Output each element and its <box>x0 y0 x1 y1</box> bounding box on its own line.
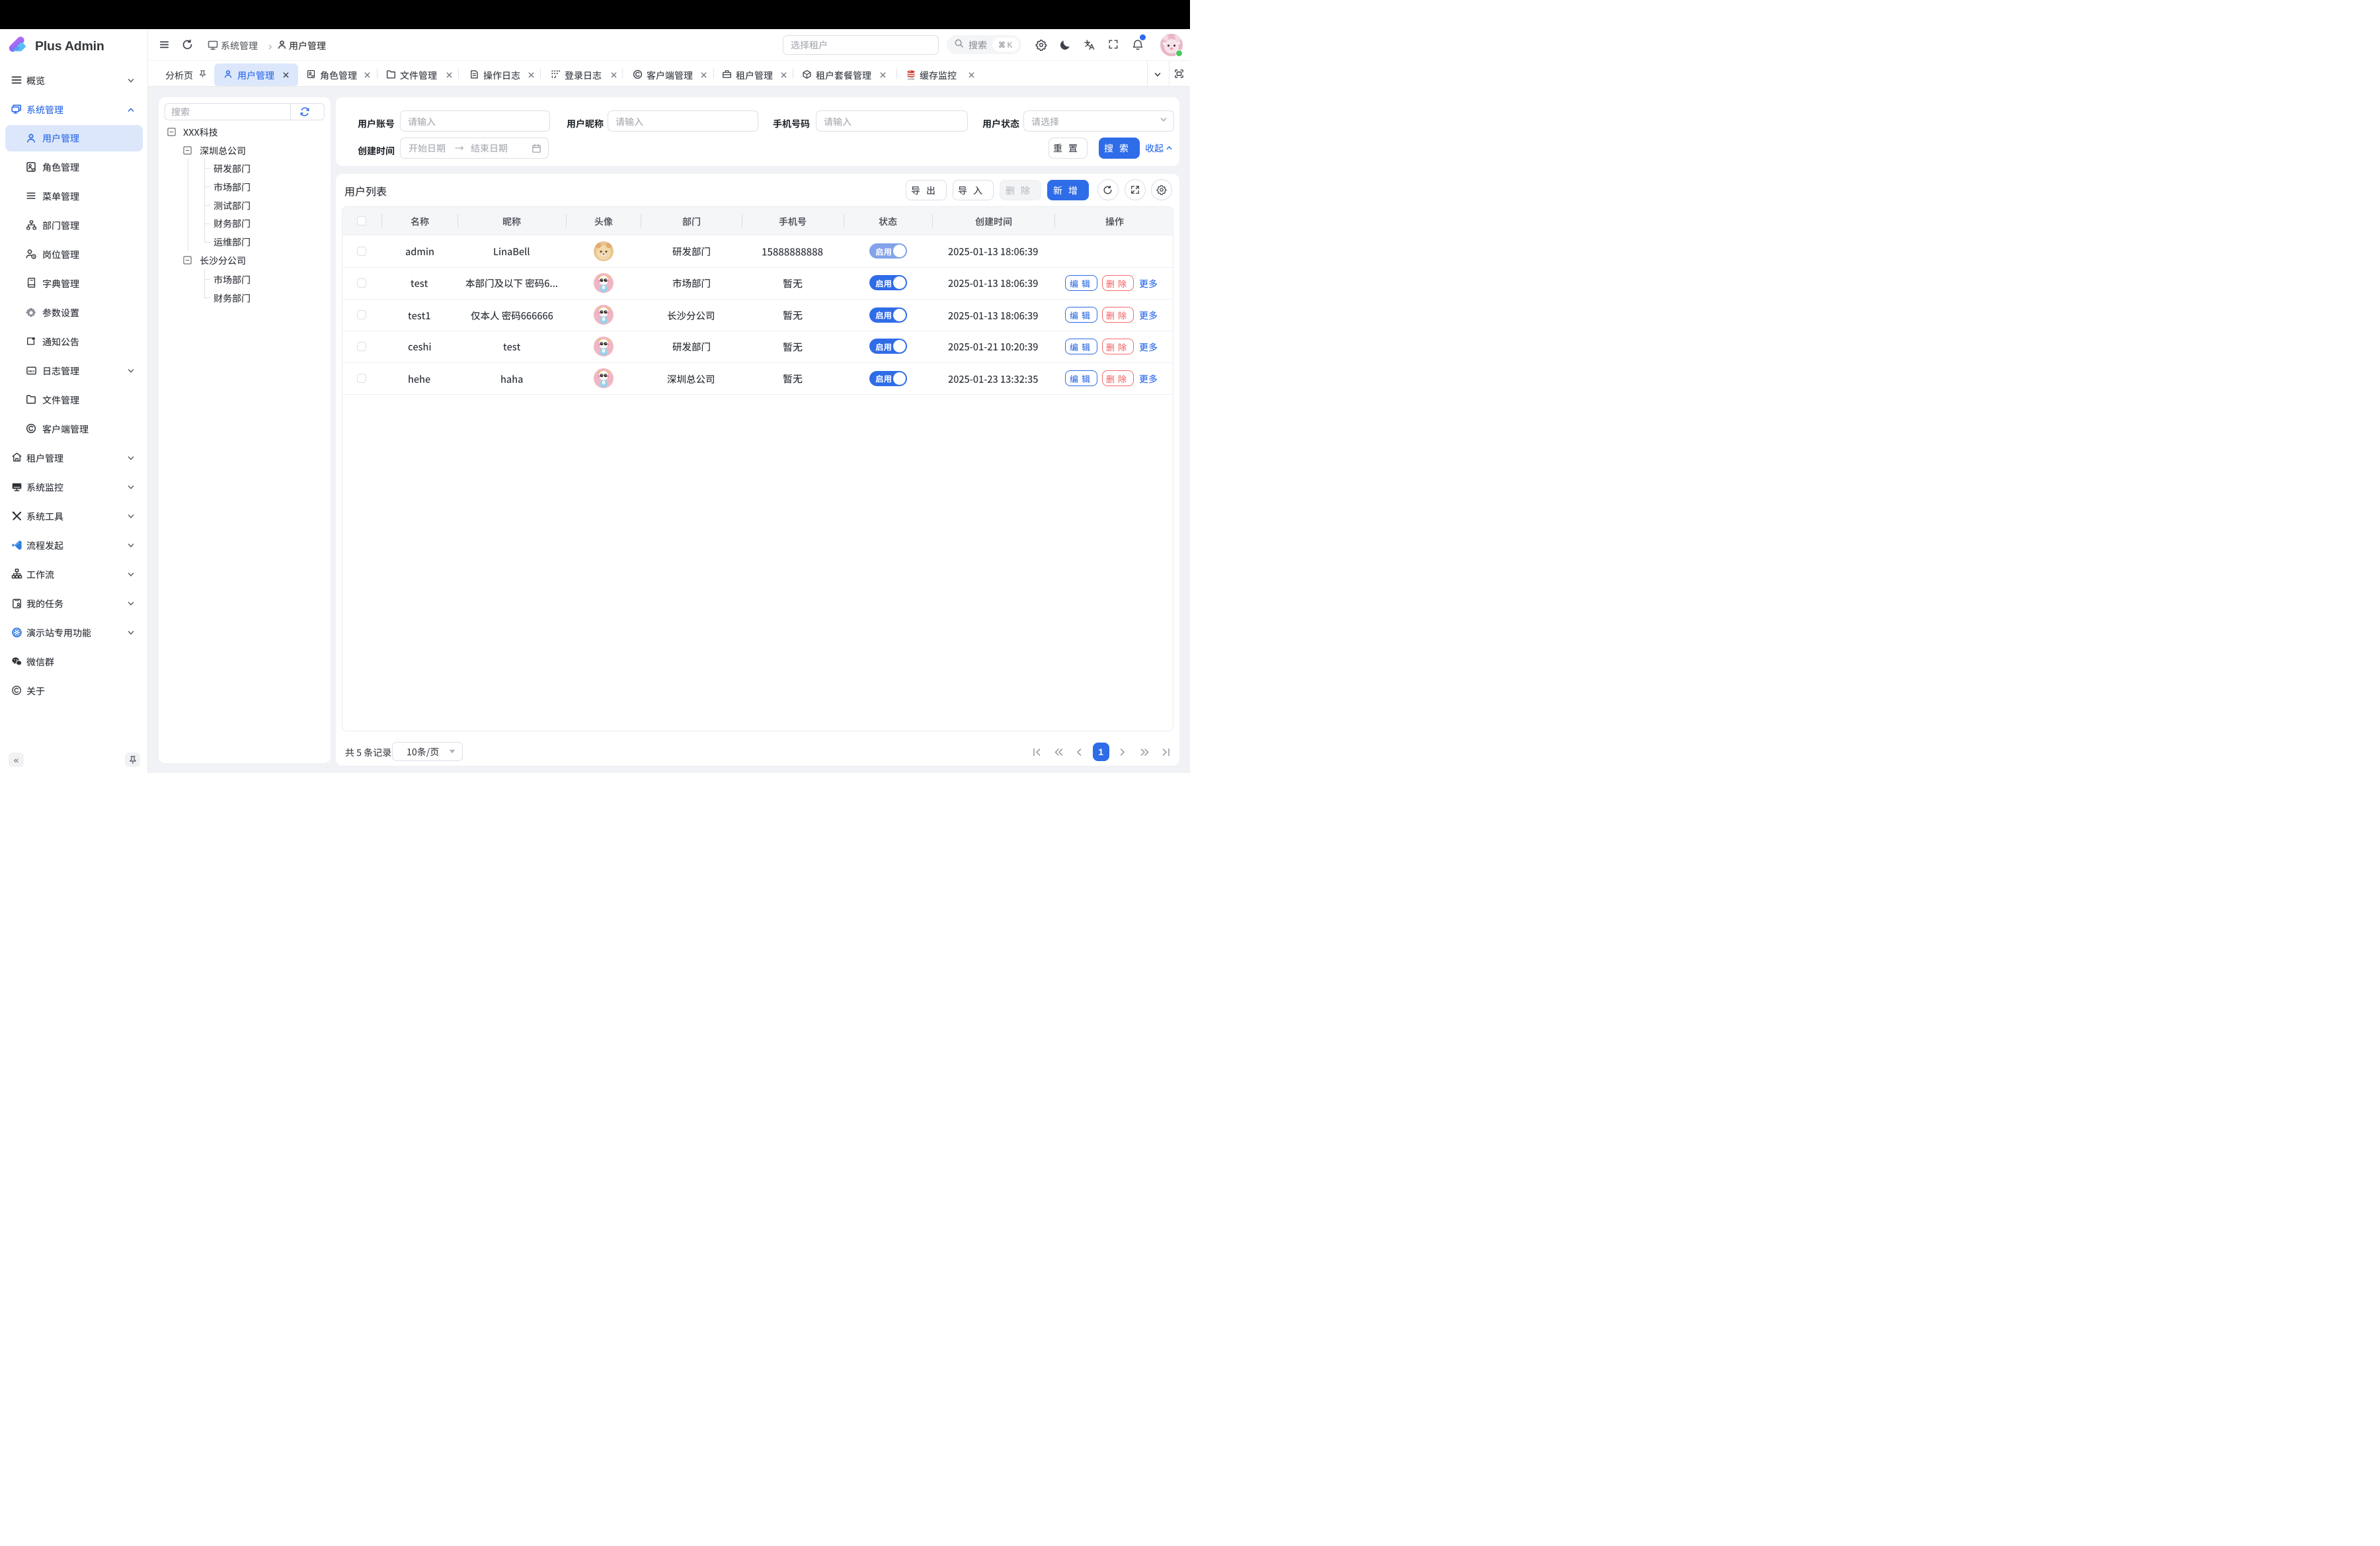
svg-text:DEV: DEV <box>28 369 35 373</box>
svg-text:redis: redis <box>908 77 915 79</box>
